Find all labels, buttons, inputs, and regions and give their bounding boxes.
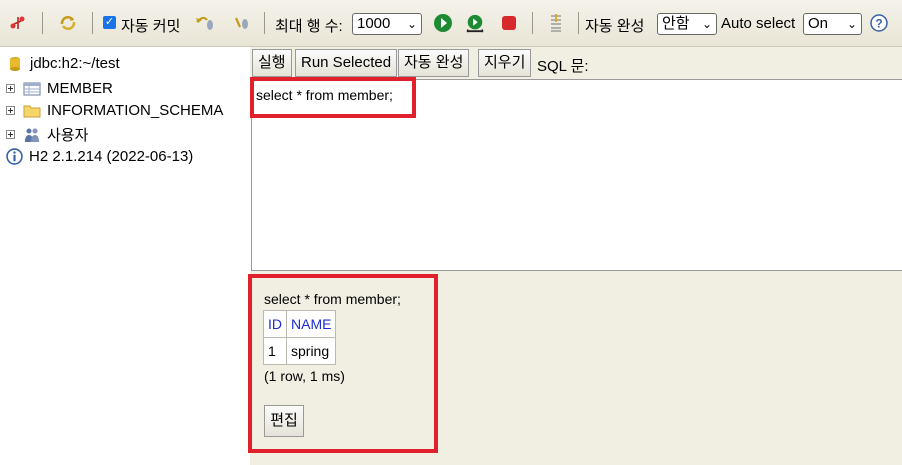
max-rows-label: 최대 행 수: (275, 18, 343, 35)
chevron-down-icon: ⌄ (406, 17, 417, 31)
tree-item-member[interactable]: MEMBER (6, 80, 113, 97)
stop-icon[interactable] (499, 13, 519, 33)
tree-item-information-schema[interactable]: INFORMATION_SCHEMA (6, 102, 223, 119)
autocomplete-select[interactable]: 안함 ⌄ (657, 13, 717, 35)
users-icon (25, 128, 39, 142)
autocomplete-label: 자동 완성 (585, 18, 645, 35)
command-bar: 실행 Run Selected 자동 완성 지우기 SQL 문: (250, 47, 902, 79)
version-node: H2 2.1.214 (2022-06-13) (6, 148, 193, 165)
autoselect-label: Auto select (721, 15, 796, 32)
tree-item-label: INFORMATION_SCHEMA (47, 102, 224, 119)
tree-item-label: MEMBER (47, 80, 113, 97)
connection-node[interactable]: jdbc:h2:~/test (6, 55, 120, 72)
autocomplete-value: 안함 (662, 15, 690, 32)
commit-icon[interactable] (232, 13, 252, 33)
tree-item-users[interactable]: 사용자 (6, 124, 88, 145)
tree-item-label: 사용자 (47, 127, 89, 144)
run-selected-button[interactable]: Run Selected (295, 49, 398, 77)
max-rows-value: 1000 (357, 15, 391, 32)
autocommit-label: 자동 커밋 (121, 18, 181, 35)
connection-label: jdbc:h2:~/test (30, 55, 120, 72)
autocomplete-button[interactable]: 자동 완성 (398, 49, 470, 77)
rollback-icon[interactable] (195, 13, 215, 33)
autoselect-select[interactable]: On ⌄ (803, 13, 862, 35)
refresh-icon[interactable] (58, 13, 78, 33)
chevron-down-icon: ⌄ (846, 17, 857, 31)
chevron-down-icon: ⌄ (701, 17, 712, 31)
table-icon (23, 82, 41, 95)
expand-icon[interactable] (6, 106, 15, 115)
clear-button[interactable]: 지우기 (478, 49, 532, 77)
toolbar: ✓ 자동 커밋 최대 행 수: 1000 ⌄ 자동 완성 안함 ⌄ Auto sel… (0, 0, 902, 47)
autocommit-checkbox[interactable]: ✓ (103, 16, 116, 29)
svg-text:?: ? (875, 17, 882, 31)
expand-icon[interactable] (6, 130, 15, 139)
database-icon (10, 56, 20, 71)
run-button[interactable]: 실행 (252, 49, 292, 77)
folder-icon (23, 105, 41, 117)
autoselect-value: On (808, 15, 829, 32)
sql-label: SQL 문: (537, 58, 589, 75)
expand-icon[interactable] (6, 84, 15, 93)
disconnect-icon[interactable] (8, 13, 28, 33)
max-rows-select[interactable]: 1000 ⌄ (352, 13, 422, 35)
highlight-box (250, 77, 416, 118)
schema-tree: jdbc:h2:~/test MEMBER INFORMATION_SCHEMA… (0, 47, 250, 465)
history-icon[interactable] (546, 13, 566, 33)
help-icon[interactable]: ? (869, 13, 889, 33)
run-selected-icon[interactable] (465, 13, 485, 33)
info-icon (6, 148, 23, 165)
run-icon[interactable] (433, 13, 453, 33)
version-label: H2 2.1.214 (2022-06-13) (29, 148, 194, 165)
highlight-box (248, 274, 438, 453)
